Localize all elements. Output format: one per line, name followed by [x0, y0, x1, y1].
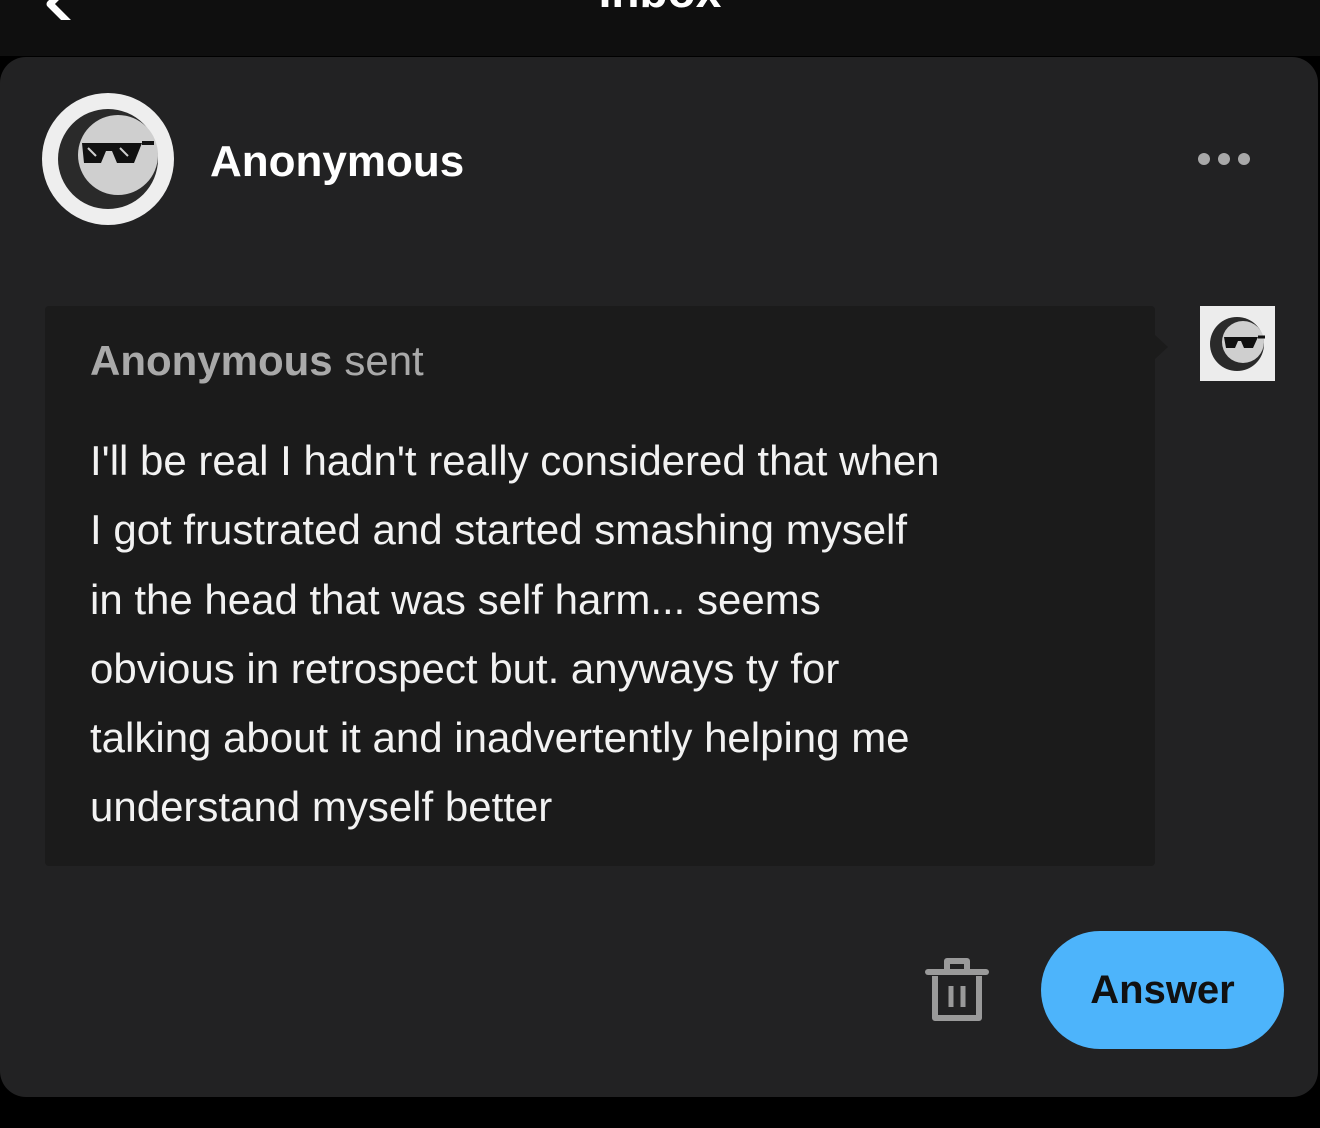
anonymous-avatar-icon: [58, 109, 158, 209]
message-bubble: Anonymous sent I'll be real I hadn't rea…: [45, 306, 1155, 866]
message-verb: sent: [332, 337, 424, 384]
top-nav-bar: Inbox: [0, 0, 1320, 56]
page-title: Inbox: [0, 0, 1320, 16]
message-header: Anonymous sent: [90, 336, 424, 386]
message-from: Anonymous: [90, 337, 333, 384]
answer-button[interactable]: Answer: [1041, 931, 1284, 1049]
sender-avatar[interactable]: [42, 93, 174, 225]
sender-name[interactable]: Anonymous: [210, 137, 464, 187]
ask-card: Anonymous Anonymous sent I'll be real I …: [0, 57, 1318, 1097]
message-body: I'll be real I hadn't really considered …: [90, 437, 940, 831]
anonymous-avatar-icon: [1210, 317, 1265, 371]
trash-icon[interactable]: [920, 952, 994, 1026]
more-options-icon[interactable]: [1192, 145, 1256, 173]
message-pointer: [1155, 335, 1168, 359]
recipient-avatar[interactable]: [1200, 306, 1275, 381]
